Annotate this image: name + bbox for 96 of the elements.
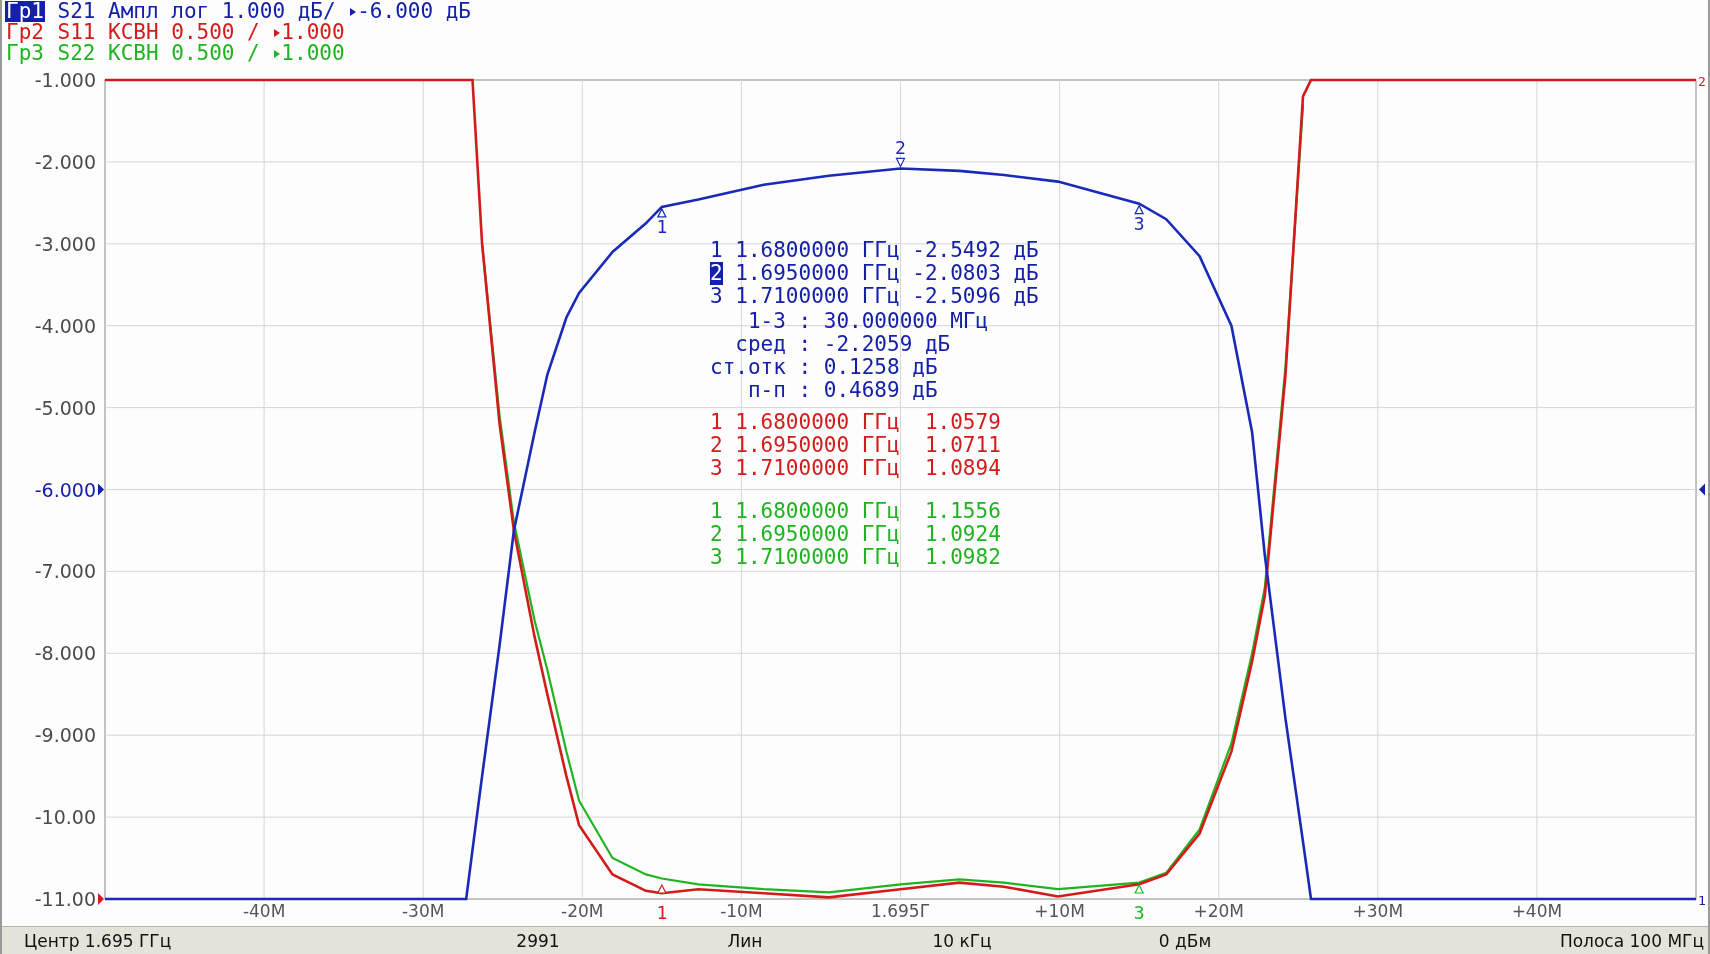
marker-frequency: 1.7100000 ГГц bbox=[735, 285, 900, 308]
marker-number: 1 bbox=[710, 500, 723, 523]
x-tick-label: +20M bbox=[1193, 901, 1244, 921]
statistic-value: 30.000000 МГц bbox=[823, 310, 989, 333]
x-tick-label: -20M bbox=[561, 901, 604, 921]
scale-value: 1.000 дБ/ bbox=[221, 1, 336, 22]
marker-label: 3 bbox=[1133, 212, 1145, 234]
center-frequency-label: 1.695Г bbox=[871, 901, 930, 921]
marker-value: -2.5492 дБ bbox=[912, 239, 1039, 262]
status-field: 2991 bbox=[432, 930, 644, 951]
marker-icon bbox=[1134, 883, 1145, 894]
y-tick-label: -7.000 bbox=[34, 560, 96, 583]
y-tick-label: -8.000 bbox=[34, 642, 96, 665]
x-tick-label: -40M bbox=[242, 901, 286, 921]
status-field: 0 дБм bbox=[1078, 930, 1292, 951]
parameter-label: S11 bbox=[57, 22, 96, 43]
y-tick-label: -4.000 bbox=[34, 314, 96, 337]
status-field: Центр 1.695 ГГц bbox=[2, 930, 432, 951]
marker-value: 1.0894 bbox=[923, 457, 1001, 480]
format-label: КСВН bbox=[108, 43, 159, 64]
marker-icon bbox=[656, 207, 667, 218]
marker-number[interactable]: 1 bbox=[710, 239, 723, 262]
marker-frequency: 1.6800000 ГГц bbox=[735, 500, 900, 523]
marker-value: -2.0803 дБ bbox=[912, 262, 1039, 285]
format-label: Ампл лог bbox=[108, 1, 210, 22]
y-tick-label: -1.000 bbox=[34, 69, 96, 91]
marker-number: 2 bbox=[710, 523, 723, 546]
reference-value: 1.000 bbox=[281, 43, 345, 64]
parameter-label: S21 bbox=[57, 1, 96, 22]
marker-number: 1 bbox=[710, 411, 723, 434]
marker-icon bbox=[1134, 204, 1145, 215]
marker-value: -2.5096 дБ bbox=[912, 285, 1039, 308]
reference-value: -6.000 дБ bbox=[357, 1, 471, 22]
marker-label: 1 bbox=[656, 902, 668, 923]
marker-frequency: 1.6800000 ГГц bbox=[735, 239, 900, 262]
x-tick-label: +10M bbox=[1034, 901, 1085, 921]
marker-label: 1 bbox=[656, 215, 668, 237]
y-tick-label: -9.000 bbox=[34, 724, 96, 747]
statistic-label: сред bbox=[734, 333, 786, 356]
statistic-label: 1-3 bbox=[746, 310, 786, 333]
marker-label: 2 bbox=[895, 137, 906, 159]
x-tick-label: -10M bbox=[720, 901, 763, 921]
y-tick-label: -2.000 bbox=[34, 150, 96, 173]
x-tick-label: +40M bbox=[1511, 901, 1563, 921]
marker-frequency: 1.7100000 ГГц bbox=[735, 457, 900, 480]
scale-value: 0.500 / bbox=[171, 43, 260, 64]
marker-number: 3 bbox=[710, 546, 723, 569]
marker-value: 1.1556 bbox=[923, 500, 1001, 523]
y-tick-label: -5.000 bbox=[34, 396, 96, 419]
reference-marker-icon bbox=[1699, 483, 1705, 496]
reference-icon bbox=[272, 26, 282, 39]
statistic-separator: : bbox=[798, 379, 812, 402]
status-field: 10 кГц bbox=[846, 930, 1078, 951]
marker-frequency: 1.6800000 ГГц bbox=[735, 411, 900, 434]
y-tick-label: -11.00 bbox=[34, 888, 96, 910]
marker-value: 1.0579 bbox=[923, 411, 1001, 434]
marker-label: 3 bbox=[1133, 902, 1145, 923]
trace-tab[interactable]: Гр1 bbox=[5, 1, 45, 22]
marker-number: 3 bbox=[710, 457, 723, 480]
parameter-label: S22 bbox=[57, 43, 96, 64]
edge-marker-label: 1 bbox=[1698, 893, 1706, 908]
reference-icon bbox=[348, 5, 358, 18]
marker-value: 1.0982 bbox=[923, 546, 1001, 569]
y-tick-label: -6.000 bbox=[34, 478, 96, 501]
marker-frequency: 1.6950000 ГГц bbox=[735, 523, 900, 546]
marker-frequency: 1.6950000 ГГц bbox=[735, 434, 900, 457]
format-label: КСВН bbox=[108, 22, 159, 43]
y-tick-label: -3.000 bbox=[34, 232, 96, 255]
trace-tab[interactable]: Гр2 bbox=[5, 22, 45, 43]
statistic-value: 0.1258 дБ bbox=[823, 356, 938, 379]
statistic-label: ст.отк bbox=[710, 356, 786, 379]
marker-number[interactable]: 3 bbox=[710, 285, 723, 308]
reference-marker-icon bbox=[98, 893, 104, 905]
status-field: Полоса 100 МГц bbox=[1292, 930, 1708, 951]
marker-number: 2 bbox=[710, 434, 723, 457]
statistic-separator: : bbox=[798, 356, 812, 379]
marker-icon bbox=[656, 883, 667, 894]
marker-frequency: 1.7100000 ГГц bbox=[735, 546, 900, 569]
scale-value: 0.500 / bbox=[171, 22, 260, 43]
reference-icon bbox=[272, 47, 282, 60]
status-field: Лин bbox=[644, 930, 846, 951]
marker-number[interactable]: 2 bbox=[710, 262, 723, 285]
x-tick-label: -30M bbox=[402, 901, 445, 921]
statistic-value: -2.2059 дБ bbox=[823, 333, 951, 356]
y-tick-label: -10.00 bbox=[34, 806, 96, 829]
edge-marker-label: 2 bbox=[1698, 74, 1706, 89]
marker-value: 1.0924 bbox=[923, 523, 1001, 546]
statistic-label: п-п bbox=[746, 379, 786, 402]
statistic-separator: : bbox=[798, 333, 812, 356]
statistic-value: 0.4689 дБ bbox=[823, 379, 938, 402]
marker-value: 1.0711 bbox=[923, 434, 1001, 457]
marker-frequency: 1.6950000 ГГц bbox=[735, 262, 900, 285]
marker-icon bbox=[895, 157, 906, 168]
x-tick-label: +30M bbox=[1352, 901, 1404, 921]
statistic-separator: : bbox=[798, 310, 812, 333]
reference-value: 1.000 bbox=[281, 22, 345, 43]
